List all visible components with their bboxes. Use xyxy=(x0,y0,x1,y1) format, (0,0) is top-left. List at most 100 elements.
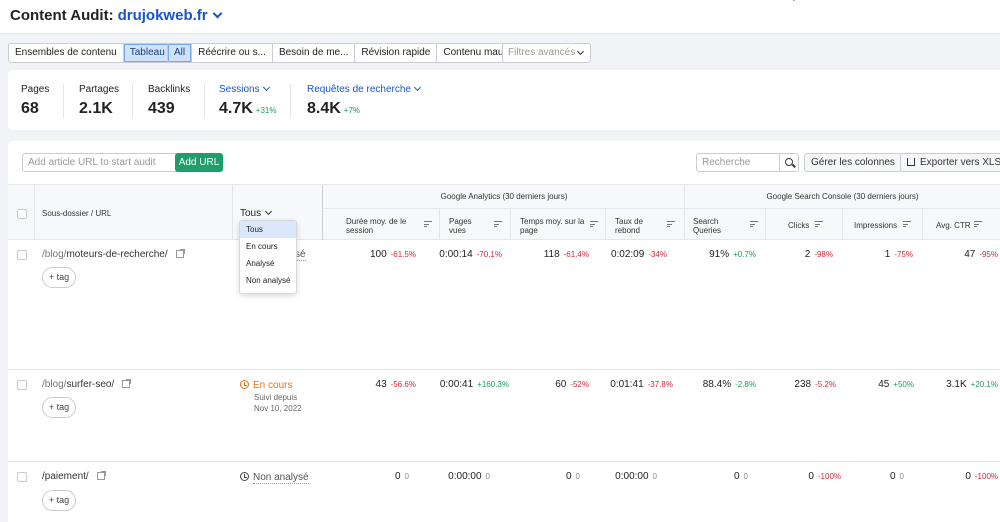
delta: +50% xyxy=(893,380,914,389)
row-checkbox[interactable] xyxy=(17,472,27,482)
cell-clicks: 0 -100% xyxy=(808,471,841,482)
sort-icon[interactable] xyxy=(667,221,675,227)
cell-temps: 60 -52% xyxy=(555,379,589,390)
sort-icon[interactable] xyxy=(815,221,823,227)
row-checkbox[interactable] xyxy=(17,250,27,260)
col-url-header[interactable]: Sous-dossier / URL xyxy=(42,209,111,218)
stat-value: 68 xyxy=(21,100,39,117)
table-header: Sous-dossier / URL Google Analytics (30 … xyxy=(8,184,1000,241)
url-input[interactable]: Add article URL to start audit xyxy=(22,153,184,172)
stats-summary: Pages 68 Partages 2.1K Backlinks 439 Ses… xyxy=(8,70,1000,130)
chevron-down-icon xyxy=(413,83,422,92)
value: 2 xyxy=(804,249,811,260)
col-clicks-header[interactable]: Clicks xyxy=(788,221,809,230)
cell-impressions: 1 -75% xyxy=(885,249,913,260)
audit-table-panel: Add article URL to start audit Add URL R… xyxy=(8,141,1000,522)
value: 1 xyxy=(884,249,891,260)
domain-selector[interactable]: drujokweb.fr xyxy=(118,7,208,24)
add-tag-button[interactable]: + tag xyxy=(42,397,76,418)
value: 0:02:09 xyxy=(610,249,645,260)
divider xyxy=(204,84,205,118)
url-slug: surfer-seo/ xyxy=(66,379,115,390)
chevron-down-icon xyxy=(262,83,270,92)
filter-update-tab[interactable]: Besoin de me... xyxy=(273,44,356,62)
filter-rewrite-tab[interactable]: Réécrire ou s... xyxy=(192,44,273,62)
value: 118 xyxy=(543,249,560,260)
delta: 0 xyxy=(743,472,748,481)
cell-pages-vues: 0:00:00 0 xyxy=(448,471,490,482)
col-pages-vues-header[interactable]: Pages vues xyxy=(449,217,479,235)
divider xyxy=(132,84,133,118)
cell-temps: 118 -61.4% xyxy=(544,249,589,260)
divider xyxy=(793,0,795,1)
url-link[interactable]: /blog/surfer-seo/ xyxy=(42,379,132,390)
col-temps-header[interactable]: Temps moy. sur la page xyxy=(520,217,592,235)
advanced-filters-dropdown[interactable]: Filtres avancés xyxy=(502,43,591,63)
filter-all-tab[interactable]: All xyxy=(168,44,193,62)
add-url-button[interactable]: Add URL xyxy=(175,153,223,172)
stat-label: Backlinks xyxy=(148,84,191,95)
url-folder: /blog/ xyxy=(42,379,67,390)
external-link-icon[interactable] xyxy=(122,379,132,388)
add-tag-button[interactable]: + tag xyxy=(42,267,76,288)
stat-sessions[interactable]: Sessions 4.7K +31% xyxy=(219,83,276,118)
add-tag-button[interactable]: + tag xyxy=(42,490,76,511)
stat-value: 4.7K +31% xyxy=(219,100,276,118)
status-badge: En cours xyxy=(240,379,292,391)
row-checkbox[interactable] xyxy=(17,380,27,390)
value: 0 xyxy=(965,471,971,482)
url-link[interactable]: /blog/moteurs-de-recherche/ xyxy=(42,249,185,260)
manage-columns-button[interactable]: Gérer les colonnes xyxy=(804,153,902,172)
col-taux-header[interactable]: Taux de rebond xyxy=(615,217,655,235)
delta: -37.8% xyxy=(647,380,673,389)
search-input[interactable]: Recherche xyxy=(696,153,780,172)
filter-toolbar: Ensembles de contenu Tableau All Réécrir… xyxy=(0,33,1000,69)
search-button[interactable] xyxy=(779,153,799,172)
value: 0:00:00 xyxy=(448,471,482,482)
filter-quick-review-tab[interactable]: Révision rapide xyxy=(355,44,438,62)
status-option-analyse[interactable]: Analysé xyxy=(240,255,296,272)
view-ensembles-button[interactable]: Ensembles de contenu xyxy=(9,44,124,62)
stat-label[interactable]: Sessions xyxy=(219,83,276,95)
sort-icon[interactable] xyxy=(750,221,758,227)
sort-icon[interactable] xyxy=(424,221,432,227)
value: 100 xyxy=(369,249,387,260)
clock-icon xyxy=(240,472,249,481)
table-row[interactable]: /paiement/ + tag Non analysé 00 0:00:00 0… xyxy=(8,462,1000,522)
col-duree-header[interactable]: Durée moy. de le session xyxy=(346,217,412,235)
stat-label[interactable]: Requêtes de recherche xyxy=(307,83,422,95)
value: 0 xyxy=(565,471,572,482)
chevron-down-icon[interactable] xyxy=(212,8,223,19)
url-link[interactable]: /paiement/ xyxy=(42,471,106,482)
sort-icon[interactable] xyxy=(494,221,502,227)
stat-label: Pages xyxy=(21,84,50,95)
sort-icon[interactable] xyxy=(590,221,598,227)
table-row[interactable]: /blog/surfer-seo/ + tag En cours Suivi d… xyxy=(8,370,1000,462)
stat-requetes[interactable]: Requêtes de recherche 8.4K +7% xyxy=(307,83,422,118)
search-icon-handle xyxy=(792,163,796,168)
col-ctr-header[interactable]: Avg. CTR xyxy=(936,221,971,230)
page-title: Content Audit: drujokweb.fr xyxy=(10,7,223,24)
status-option-non-analyse[interactable]: Non analysé xyxy=(240,272,296,289)
col-queries-header[interactable]: Search Queries xyxy=(693,217,733,235)
external-link-icon[interactable] xyxy=(175,249,185,258)
value: 88.4% xyxy=(702,379,732,390)
cell-queries: 00 xyxy=(734,471,748,482)
status-option-en-cours[interactable]: En cours xyxy=(240,238,296,255)
status-option-tous[interactable]: Tous xyxy=(240,221,296,238)
status-filter-dropdown[interactable]: Tous xyxy=(240,207,273,219)
sort-icon[interactable] xyxy=(974,221,982,227)
status-filter-label: Tous xyxy=(240,208,262,219)
value: 0:00:14 xyxy=(439,249,473,260)
external-link-icon[interactable] xyxy=(96,471,106,480)
select-all-checkbox[interactable] xyxy=(17,209,27,219)
sort-icon[interactable] xyxy=(903,221,911,227)
table-row[interactable]: /blog/moteurs-de-recherche/ + tag sé 100… xyxy=(8,240,1000,370)
col-impressions-header[interactable]: Impressions xyxy=(854,221,897,230)
column-resize-handle[interactable] xyxy=(322,185,323,241)
divider xyxy=(922,209,923,241)
url-folder: /blog/ xyxy=(42,249,67,260)
view-tableau-button[interactable]: Tableau xyxy=(123,44,171,62)
divider xyxy=(605,209,606,241)
export-button[interactable]: Exporter vers XLSX xyxy=(900,153,1000,172)
